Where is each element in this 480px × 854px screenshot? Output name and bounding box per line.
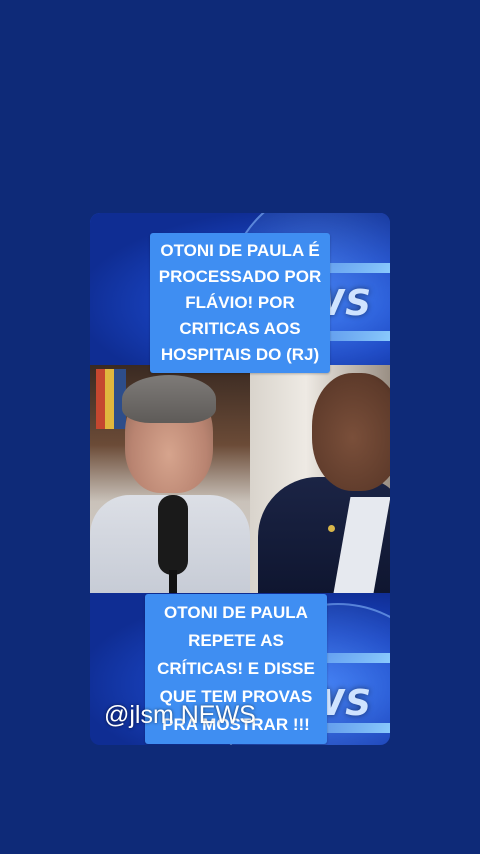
person-head bbox=[312, 373, 390, 491]
split-screen-photos bbox=[90, 365, 390, 593]
microphone-icon bbox=[158, 495, 188, 575]
caption-top: OTONI DE PAULA É PROCESSADO POR FLÁVIO! … bbox=[150, 233, 330, 373]
person-hair bbox=[122, 375, 216, 423]
photo-right-guest bbox=[250, 365, 390, 593]
watermark-text: @jlsm NEWS bbox=[104, 701, 256, 729]
lapel-pin bbox=[328, 525, 335, 532]
video-frame[interactable]: NEWS NEWS OTONI DE PAULA É PROCESSADO PO… bbox=[90, 213, 390, 745]
microphone-stand bbox=[169, 570, 177, 593]
photo-left-host bbox=[90, 365, 250, 593]
